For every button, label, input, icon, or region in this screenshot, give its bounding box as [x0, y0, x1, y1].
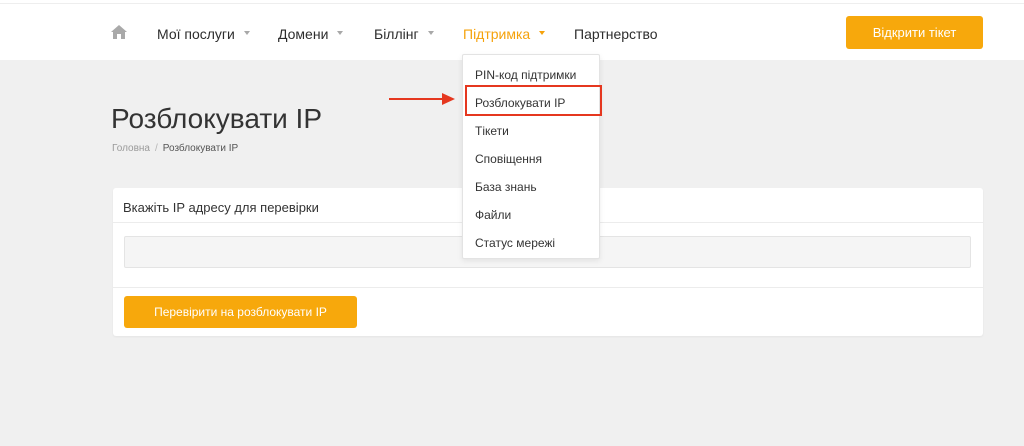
check-ip-button[interactable]: Перевірити на розблокувати IP: [124, 296, 357, 328]
open-ticket-button[interactable]: Відкрити тікет: [846, 16, 983, 49]
dropdown-item-announcements[interactable]: Сповіщення: [475, 152, 542, 166]
nav-item-label: Біллінг: [374, 26, 419, 42]
nav-item-partnership[interactable]: Партнерство: [574, 26, 658, 42]
dropdown-item-tickets[interactable]: Тікети: [475, 124, 509, 138]
dropdown-item-network-status[interactable]: Статус мережі: [475, 236, 555, 250]
highlight-box: [465, 85, 602, 116]
dropdown-item-downloads[interactable]: Файли: [475, 208, 511, 222]
breadcrumb: Головна / Розблокувати IP: [112, 143, 238, 154]
nav-item-billing[interactable]: Біллінг: [374, 26, 434, 42]
breadcrumb-separator: /: [155, 143, 158, 154]
nav-item-label: Підтримка: [463, 26, 531, 42]
nav-item-my-services[interactable]: Мої послуги: [157, 26, 250, 42]
nav-item-support[interactable]: Підтримка: [463, 26, 546, 42]
navbar: Мої послуги Домени Біллінг Підтримка Пар…: [0, 4, 1024, 60]
page-title: Розблокувати IP: [111, 103, 323, 134]
caret-down-icon: [337, 31, 344, 36]
home-icon[interactable]: [110, 24, 128, 40]
dropdown-item-support-pin[interactable]: PIN-код підтримки: [475, 68, 576, 82]
nav-item-label: Домени: [278, 26, 329, 42]
nav-item-domains[interactable]: Домени: [278, 26, 344, 42]
dropdown-item-knowledgebase[interactable]: База знань: [475, 180, 537, 194]
caret-down-icon: [243, 31, 250, 36]
caret-down-icon: [539, 31, 546, 36]
nav-item-label: Мої послуги: [157, 26, 235, 42]
breadcrumb-current: Розблокувати IP: [162, 143, 239, 154]
red-arrow-icon: [389, 93, 455, 105]
nav-item-label: Партнерство: [574, 26, 658, 42]
breadcrumb-home-link[interactable]: Головна: [112, 143, 150, 154]
panel-divider: [113, 287, 983, 288]
caret-down-icon: [427, 31, 434, 36]
